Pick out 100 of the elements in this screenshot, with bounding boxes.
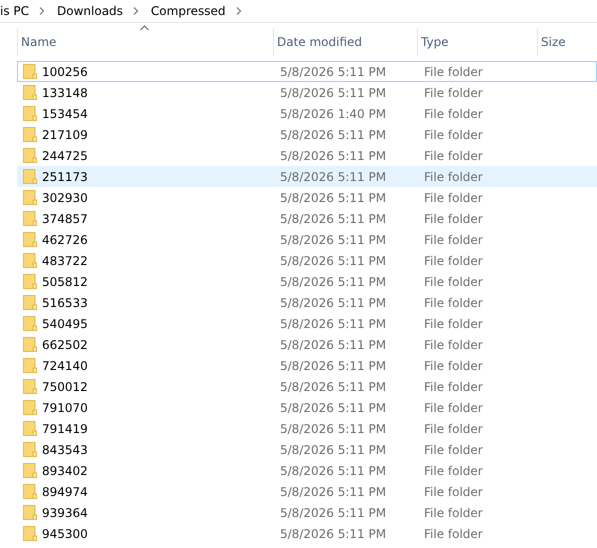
date-cell-text: 5/8/2026 5:11 PM: [279, 148, 388, 162]
type-cell-text: File folder: [423, 232, 484, 246]
file-name: 750012: [42, 380, 88, 394]
folder-icon: [23, 526, 37, 541]
file-row[interactable]: 894974 5/8/2026 5:11 PM File folder: [17, 481, 597, 502]
chevron-icon[interactable]: [236, 7, 242, 15]
date-cell-text: 5/8/2026 5:11 PM: [279, 422, 388, 436]
file-name: 302930: [42, 190, 88, 204]
file-row[interactable]: 893402 5/8/2026 5:11 PM File folder: [17, 460, 597, 481]
folder-icon: [23, 505, 37, 520]
type-cell-text: File folder: [423, 526, 484, 540]
file-row[interactable]: 133148 5/8/2026 5:11 PM File folder: [17, 82, 597, 103]
file-name: 945300: [42, 526, 88, 540]
type-cell-text: File folder: [423, 86, 484, 100]
date-cell-text: 5/8/2026 5:11 PM: [279, 64, 388, 78]
date-cell-text: 5/8/2026 5:11 PM: [279, 380, 388, 394]
column-header[interactable]: Date modified: [274, 28, 418, 56]
column-header[interactable]: Size: [538, 28, 597, 56]
file-row[interactable]: 505812 5/8/2026 5:11 PM File folder: [17, 271, 597, 292]
type-cell-text: File folder: [423, 190, 484, 204]
folder-icon: [23, 85, 37, 100]
folder-icon: [23, 421, 37, 436]
folder-icon: [23, 400, 37, 415]
chevron-icon[interactable]: [132, 7, 139, 15]
column-header[interactable]: Type: [418, 28, 538, 56]
type-cell-text: File folder: [423, 464, 484, 478]
file-row[interactable]: 217109 5/8/2026 5:11 PM File folder: [17, 124, 597, 145]
file-name: 374857: [42, 212, 88, 226]
file-row[interactable]: 302930 5/8/2026 5:11 PM File folder: [17, 187, 597, 208]
file-row[interactable]: 843543 5/8/2026 5:11 PM File folder: [17, 439, 597, 460]
chevron-icon[interactable]: [39, 7, 46, 15]
type-cell-text: File folder: [423, 484, 484, 498]
folder-icon: [23, 127, 37, 142]
date-cell-text: 5/8/2026 5:11 PM: [279, 274, 388, 288]
date-cell-text: 5/8/2026 5:11 PM: [279, 442, 388, 456]
date-cell-text: 5/8/2026 5:11 PM: [279, 254, 388, 268]
folder-icon: [23, 484, 37, 499]
breadcrumb-item[interactable]: Compressed: [150, 4, 226, 18]
file-row[interactable]: 516533 5/8/2026 5:11 PM File folder: [17, 292, 597, 313]
type-cell-text: File folder: [423, 254, 484, 268]
folder-icon: [23, 232, 37, 247]
folder-icon: [23, 316, 37, 331]
type-cell-text: File folder: [423, 64, 484, 78]
date-cell-text: 5/8/2026 5:11 PM: [279, 338, 388, 352]
file-row[interactable]: 540495 5/8/2026 5:11 PM File folder: [17, 313, 597, 334]
file-name: 483722: [42, 254, 88, 268]
file-row[interactable]: 483722 5/8/2026 5:11 PM File folder: [17, 250, 597, 271]
file-name: 939364: [42, 506, 88, 520]
type-cell-text: File folder: [423, 170, 484, 184]
folder-icon: [23, 379, 37, 394]
file-row[interactable]: 251173 5/8/2026 5:11 PM File folder: [17, 166, 597, 187]
date-cell-text: 5/8/2026 5:11 PM: [279, 358, 388, 372]
breadcrumb-item[interactable]: Downloads: [57, 4, 123, 18]
file-name: 153454: [42, 106, 88, 120]
column-header[interactable]: Name: [17, 28, 274, 56]
folder-icon: [23, 442, 37, 457]
file-name: 843543: [42, 442, 88, 456]
date-cell-text: 5/8/2026 5:11 PM: [279, 170, 388, 184]
date-cell-text: 5/8/2026 5:11 PM: [279, 506, 388, 520]
file-name: 894974: [42, 484, 88, 498]
file-row[interactable]: 939364 5/8/2026 5:11 PM File folder: [17, 502, 597, 523]
file-row[interactable]: 462726 5/8/2026 5:11 PM File folder: [17, 229, 597, 250]
breadcrumb-item[interactable]: is PC: [0, 4, 30, 18]
type-cell-text: File folder: [423, 442, 484, 456]
type-cell-text: File folder: [423, 358, 484, 372]
type-cell-text: File folder: [423, 380, 484, 394]
type-cell-text: File folder: [423, 148, 484, 162]
file-row[interactable]: 945300 5/8/2026 5:11 PM File folder: [17, 523, 597, 544]
date-cell-text: 5/8/2026 5:11 PM: [279, 464, 388, 478]
file-name: 462726: [42, 232, 88, 246]
folder-icon: [23, 211, 37, 226]
folder-icon: [23, 148, 37, 163]
type-cell-text: File folder: [423, 400, 484, 414]
folder-icon: [23, 274, 37, 289]
folder-icon: [23, 169, 37, 184]
file-row[interactable]: 244725 5/8/2026 5:11 PM File folder: [17, 145, 597, 166]
date-cell-text: 5/8/2026 5:11 PM: [279, 316, 388, 330]
file-row[interactable]: 791070 5/8/2026 5:11 PM File folder: [17, 397, 597, 418]
date-cell-text: 5/8/2026 5:11 PM: [279, 296, 388, 310]
folder-icon: [23, 337, 37, 352]
folder-icon: [23, 64, 37, 79]
type-cell-text: File folder: [423, 296, 484, 310]
file-row[interactable]: 750012 5/8/2026 5:11 PM File folder: [17, 376, 597, 397]
date-cell-text: 5/8/2026 5:11 PM: [279, 232, 388, 246]
file-row[interactable]: 153454 5/8/2026 1:40 PM File folder: [17, 103, 597, 124]
type-cell-text: File folder: [423, 506, 484, 520]
file-name: 244725: [42, 148, 88, 162]
folder-icon: [23, 190, 37, 205]
file-row[interactable]: 662502 5/8/2026 5:11 PM File folder: [17, 334, 597, 355]
date-cell-text: 5/8/2026 5:11 PM: [279, 400, 388, 414]
file-row[interactable]: 791419 5/8/2026 5:11 PM File folder: [17, 418, 597, 439]
type-cell-text: File folder: [423, 212, 484, 226]
file-name: 540495: [42, 316, 88, 330]
type-cell-text: File folder: [423, 106, 484, 120]
file-row[interactable]: 724140 5/8/2026 5:11 PM File folder: [17, 355, 597, 376]
type-cell-text: File folder: [423, 274, 484, 288]
file-row[interactable]: 100256 5/8/2026 5:11 PM File folder: [17, 61, 597, 82]
file-row[interactable]: 374857 5/8/2026 5:11 PM File folder: [17, 208, 597, 229]
folder-icon: [23, 463, 37, 478]
date-cell-text: 5/8/2026 1:40 PM: [279, 106, 388, 120]
